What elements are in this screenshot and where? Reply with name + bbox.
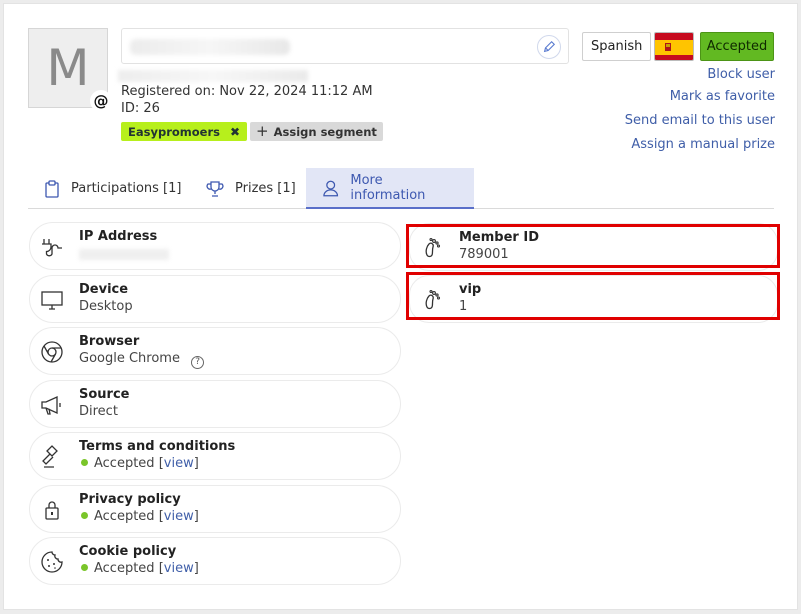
terms-status-row: Accepted [view]	[79, 456, 199, 471]
redacted-email	[118, 70, 308, 82]
spain-flag-icon[interactable]	[654, 32, 694, 61]
status-accepted-button[interactable]: Accepted	[700, 32, 774, 61]
assign-prize-link[interactable]: Assign a manual prize	[631, 137, 775, 152]
status-dot-icon	[81, 564, 88, 571]
privacy-card: Privacy policy Accepted [view]	[29, 485, 401, 533]
trophy-icon	[206, 180, 224, 197]
avatar-letter: M	[46, 39, 90, 97]
status-dot-icon	[81, 459, 88, 466]
registered-date: Registered on: Nov 22, 2024 11:12 AM	[121, 84, 373, 99]
user-icon	[323, 180, 339, 196]
cookie-status: Accepted	[94, 561, 155, 576]
user-name-field[interactable]	[121, 28, 569, 64]
user-id: ID: 26	[121, 101, 160, 116]
cookie-status-row: Accepted [view]	[79, 561, 199, 576]
cookie-view-link[interactable]: view	[164, 561, 194, 576]
edit-name-button[interactable]	[537, 35, 561, 59]
ip-address-card: IP Address	[29, 222, 401, 270]
tab-bar: Participations [1] Prizes [1] More infor…	[28, 168, 774, 209]
tab-more-information-label: More information	[350, 172, 426, 203]
tab-prizes[interactable]: Prizes [1]	[190, 168, 312, 209]
cookie-label: Cookie policy	[79, 544, 177, 559]
help-icon[interactable]: ?	[191, 356, 205, 369]
cookie-card: Cookie policy Accepted [view]	[29, 537, 401, 585]
terms-status: Accepted	[94, 456, 155, 471]
redacted-name	[130, 39, 290, 55]
highlight-box	[406, 224, 780, 268]
assign-segment-label: Assign segment	[273, 124, 377, 139]
browser-value: Google Chrome	[79, 351, 180, 366]
terms-label: Terms and conditions	[79, 439, 236, 454]
status-dot-icon	[81, 512, 88, 519]
privacy-view-link[interactable]: view	[164, 509, 194, 524]
terms-card: Terms and conditions Accepted [view]	[29, 432, 401, 480]
ip-address-redacted	[79, 249, 169, 260]
pencil-icon	[543, 40, 556, 53]
monitor-icon	[41, 291, 63, 310]
chrome-icon	[41, 341, 63, 363]
megaphone-icon	[41, 395, 61, 415]
email-badge-icon: @	[90, 90, 112, 112]
remove-segment-icon[interactable]: ✖	[230, 125, 240, 139]
terms-view-link[interactable]: view	[164, 456, 194, 471]
tab-participations-label: Participations [1]	[71, 181, 182, 196]
send-email-link[interactable]: Send email to this user	[625, 113, 775, 128]
privacy-status-row: Accepted [view]	[79, 509, 199, 524]
tab-more-information[interactable]: More information	[306, 168, 474, 209]
browser-value-row: Google Chrome ?	[79, 351, 205, 369]
language-button[interactable]: Spanish	[582, 32, 652, 61]
privacy-status: Accepted	[94, 509, 155, 524]
device-value: Desktop	[79, 299, 133, 314]
lock-icon	[45, 501, 59, 520]
highlight-box	[406, 272, 780, 320]
segment-tag: Easypromoers ✖	[121, 122, 248, 141]
clipboard-icon	[45, 179, 59, 198]
source-label: Source	[79, 387, 130, 402]
assign-segment-button[interactable]: + Assign segment	[250, 122, 383, 141]
browser-label: Browser	[79, 334, 140, 349]
ip-address-label: IP Address	[79, 229, 158, 244]
device-label: Device	[79, 282, 129, 297]
plus-icon: +	[256, 122, 269, 140]
block-user-link[interactable]: Block user	[707, 67, 775, 82]
browser-card: Browser Google Chrome ?	[29, 327, 401, 375]
privacy-label: Privacy policy	[79, 492, 181, 507]
source-value: Direct	[79, 404, 118, 419]
segment-tags: Easypromoers ✖ + Assign segment	[121, 122, 383, 141]
mark-favorite-link[interactable]: Mark as favorite	[670, 89, 775, 104]
source-card: Source Direct	[29, 380, 401, 428]
gavel-icon	[42, 445, 58, 468]
segment-tag-label: Easypromoers	[128, 124, 220, 139]
plug-icon	[42, 239, 62, 257]
device-card: Device Desktop	[29, 275, 401, 323]
tab-prizes-label: Prizes [1]	[235, 181, 296, 196]
tab-participations[interactable]: Participations [1]	[28, 168, 197, 209]
cookie-icon	[41, 551, 63, 573]
